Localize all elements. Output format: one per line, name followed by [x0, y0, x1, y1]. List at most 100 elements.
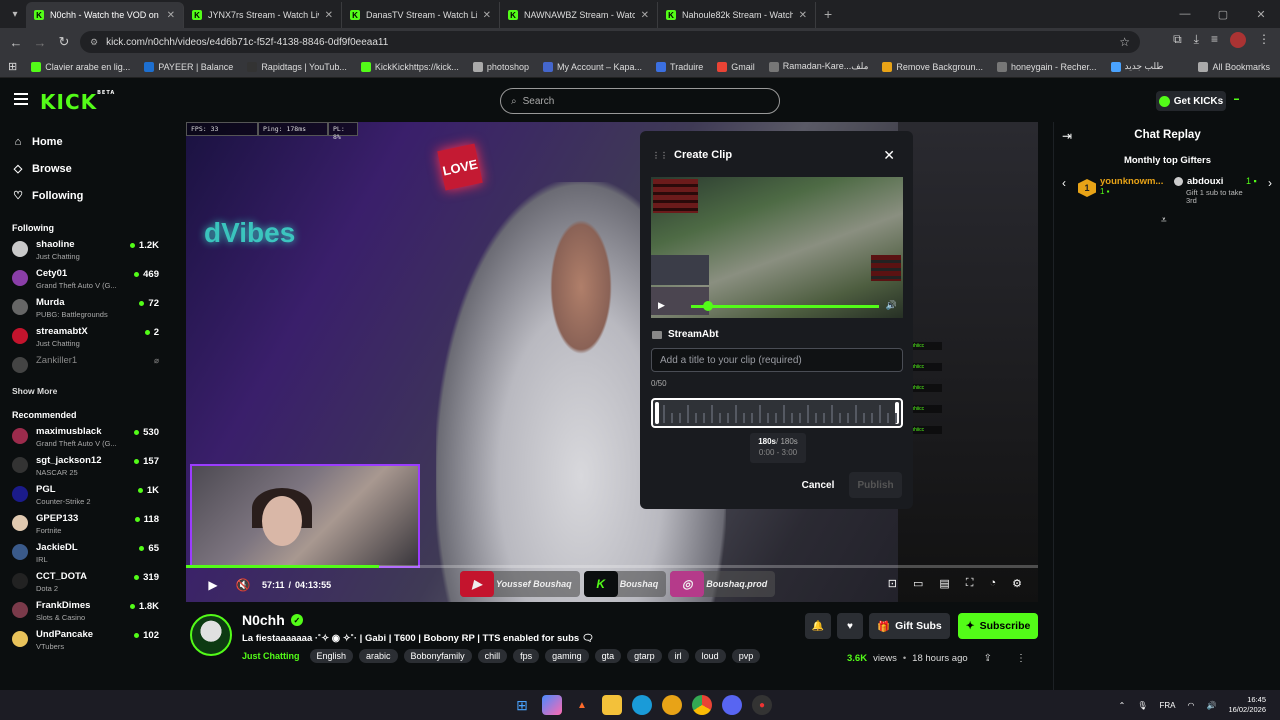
url-field[interactable]: ⚙ kick.com/n0chh/videos/e4d6b71c-f52f-41…	[80, 31, 1140, 53]
notification-bell-icon[interactable]: 🔔	[805, 613, 831, 639]
recommended-channel-item[interactable]: maximusblack Grand Theft Auto V (G... 530	[0, 424, 170, 453]
file-explorer-icon[interactable]	[602, 695, 622, 715]
menu-icon[interactable]	[14, 93, 28, 105]
browser-menu-icon[interactable]: ⋮	[1258, 32, 1270, 48]
bookmark-item[interactable]: Remove Backgroun...	[882, 61, 983, 72]
show-more-button[interactable]: Show More	[0, 386, 170, 396]
nav-browse[interactable]: ◇ Browse	[0, 155, 170, 182]
top-gifter-2[interactable]: abdouxi 1 ▪ Gift 1 sub to take 3rd	[1174, 176, 1257, 205]
download-icon[interactable]: ⤓	[1194, 32, 1199, 48]
play-icon[interactable]: ▶	[200, 578, 226, 592]
discord-icon[interactable]	[722, 695, 742, 715]
recorder-icon[interactable]: ●	[752, 695, 772, 715]
channel-name[interactable]: N0chh	[242, 612, 285, 628]
copilot-icon[interactable]	[542, 695, 562, 715]
mic-icon[interactable]: 🎙	[1137, 701, 1147, 710]
bookmark-item[interactable]: PAYEER | Balance	[144, 61, 233, 72]
bookmark-item[interactable]: Ramadan-Kare...ملف	[768, 61, 868, 72]
category-link[interactable]: Just Chatting	[242, 651, 300, 661]
tag-chip[interactable]: English	[309, 649, 354, 663]
clip-icon[interactable]: ⊡	[888, 577, 897, 590]
close-tab-icon[interactable]: ✕	[483, 10, 491, 21]
expand-gifters-icon[interactable]: ⩡	[1161, 215, 1167, 226]
chrome-icon[interactable]	[692, 695, 712, 715]
fullscreen-icon[interactable]: ⛶	[966, 577, 974, 590]
tag-chip[interactable]: irl	[667, 649, 689, 663]
preview-play-icon[interactable]: ▶	[658, 300, 665, 311]
bookmark-star-icon[interactable]: ☆	[1119, 35, 1130, 49]
tag-chip[interactable]: fps	[513, 649, 540, 663]
bookmark-item[interactable]: Rapidtags | YouTub...	[247, 61, 347, 72]
nav-home[interactable]: ⌂ Home	[0, 128, 170, 155]
tag-chip[interactable]: loud	[694, 649, 726, 663]
publish-button[interactable]: Publish	[849, 472, 902, 498]
bookmark-item[interactable]: honeygain - Recher...	[996, 61, 1097, 72]
follow-heart-icon[interactable]: ♥	[837, 613, 863, 639]
back-icon[interactable]: ←	[4, 35, 28, 50]
close-icon[interactable]: ✕	[883, 147, 895, 164]
apps-icon[interactable]: ⊞	[8, 60, 17, 73]
brave-icon[interactable]: ▲	[572, 695, 592, 715]
recommended-channel-item[interactable]: JackieDL IRL 65	[0, 540, 170, 569]
edge-icon[interactable]	[632, 695, 652, 715]
settings-icon[interactable]: ⚙	[1012, 577, 1022, 590]
close-tab-icon[interactable]: ✕	[799, 10, 807, 21]
clip-preview[interactable]: ▶ 🔊	[651, 177, 903, 318]
following-channel-item[interactable]: shaoline Just Chatting 1.2K	[0, 237, 170, 266]
forward-icon[interactable]: →	[28, 35, 52, 50]
recommended-channel-item[interactable]: UndPancake VTubers 102	[0, 627, 170, 656]
user-avatar[interactable]: ▬	[1234, 96, 1250, 106]
tag-chip[interactable]: chill	[477, 649, 508, 663]
volume-icon[interactable]: 🔊	[1206, 701, 1216, 710]
tag-chip[interactable]: gta	[594, 649, 622, 663]
new-tab-button[interactable]: +	[824, 6, 832, 22]
prev-gifter-icon[interactable]: ‹	[1062, 176, 1066, 190]
clip-timeline[interactable]	[651, 398, 903, 428]
tag-chip[interactable]: gaming	[545, 649, 589, 663]
share-icon[interactable]: ⇪	[984, 653, 992, 664]
following-channel-item[interactable]: streamabtX Just Chatting 2	[0, 324, 170, 353]
browser-tab[interactable]: KNahoule82k Stream - Watch Liv✕	[658, 2, 816, 28]
tray-chevron-icon[interactable]: ⌃	[1119, 701, 1126, 710]
video-progress-bar[interactable]	[186, 565, 1038, 568]
preview-volume-icon[interactable]: 🔊	[886, 300, 897, 311]
language-indicator[interactable]: FRA	[1160, 701, 1176, 710]
theater-icon[interactable]: ▭	[913, 577, 923, 590]
reading-list-icon[interactable]: ≡	[1211, 32, 1218, 48]
subscribe-button[interactable]: ✦ Subscribe	[957, 613, 1039, 639]
get-kicks-button[interactable]: Get KICKs	[1156, 91, 1226, 111]
extensions-icon[interactable]: ⧉	[1173, 32, 1182, 48]
clip-title-input[interactable]: Add a title to your clip (required)	[651, 348, 903, 372]
site-info-icon[interactable]: ⚙	[90, 37, 98, 48]
tag-chip[interactable]: Bobonyfamily	[403, 649, 472, 663]
wifi-icon[interactable]: ◠	[1188, 701, 1195, 710]
channel-avatar[interactable]	[190, 614, 232, 656]
cancel-button[interactable]: Cancel	[798, 472, 838, 498]
tag-chip[interactable]: arabic	[359, 649, 398, 663]
miniplayer-icon[interactable]: ▤	[939, 577, 949, 590]
more-options-icon[interactable]: ⋮	[1016, 653, 1026, 664]
browser-tab[interactable]: KDanasTV Stream - Watch Live o✕	[342, 2, 500, 28]
bookmark-item[interactable]: Traduire	[656, 61, 703, 72]
kick-logo[interactable]: KICKBETA	[40, 90, 115, 114]
close-tab-icon[interactable]: ✕	[167, 10, 175, 21]
nav-following[interactable]: ♡ Following	[0, 182, 170, 209]
browser-tab[interactable]: KJYNX7rs Stream - Watch Live on✕	[184, 2, 342, 28]
minimize-icon[interactable]: —	[1166, 0, 1204, 28]
bookmark-item[interactable]: KickKickhttps://kick...	[360, 61, 459, 72]
app-icon[interactable]	[662, 695, 682, 715]
tab-search-icon[interactable]: ▾	[4, 4, 26, 24]
close-tab-icon[interactable]: ✕	[641, 10, 649, 21]
mute-icon[interactable]: 🔇	[230, 578, 256, 592]
bookmark-item[interactable]: طلب جديد	[1110, 61, 1164, 72]
maximize-icon[interactable]: ▢	[1204, 0, 1242, 28]
profile-avatar[interactable]	[1230, 32, 1246, 48]
recommended-channel-item[interactable]: FrankDimes Slots & Casino 1.8K	[0, 598, 170, 627]
bookmark-item[interactable]: photoshop	[472, 61, 529, 72]
reload-icon[interactable]: ↻	[52, 34, 76, 50]
close-tab-icon[interactable]: ✕	[325, 10, 333, 21]
bookmark-item[interactable]: Clavier arabe en lig...	[31, 61, 130, 72]
browser-tab[interactable]: KNAWNAWBZ Stream - Watch Li✕	[500, 2, 658, 28]
tag-chip[interactable]: pvp	[731, 649, 761, 663]
following-channel-item[interactable]: Cety01 Grand Theft Auto V (G... 469	[0, 266, 170, 295]
